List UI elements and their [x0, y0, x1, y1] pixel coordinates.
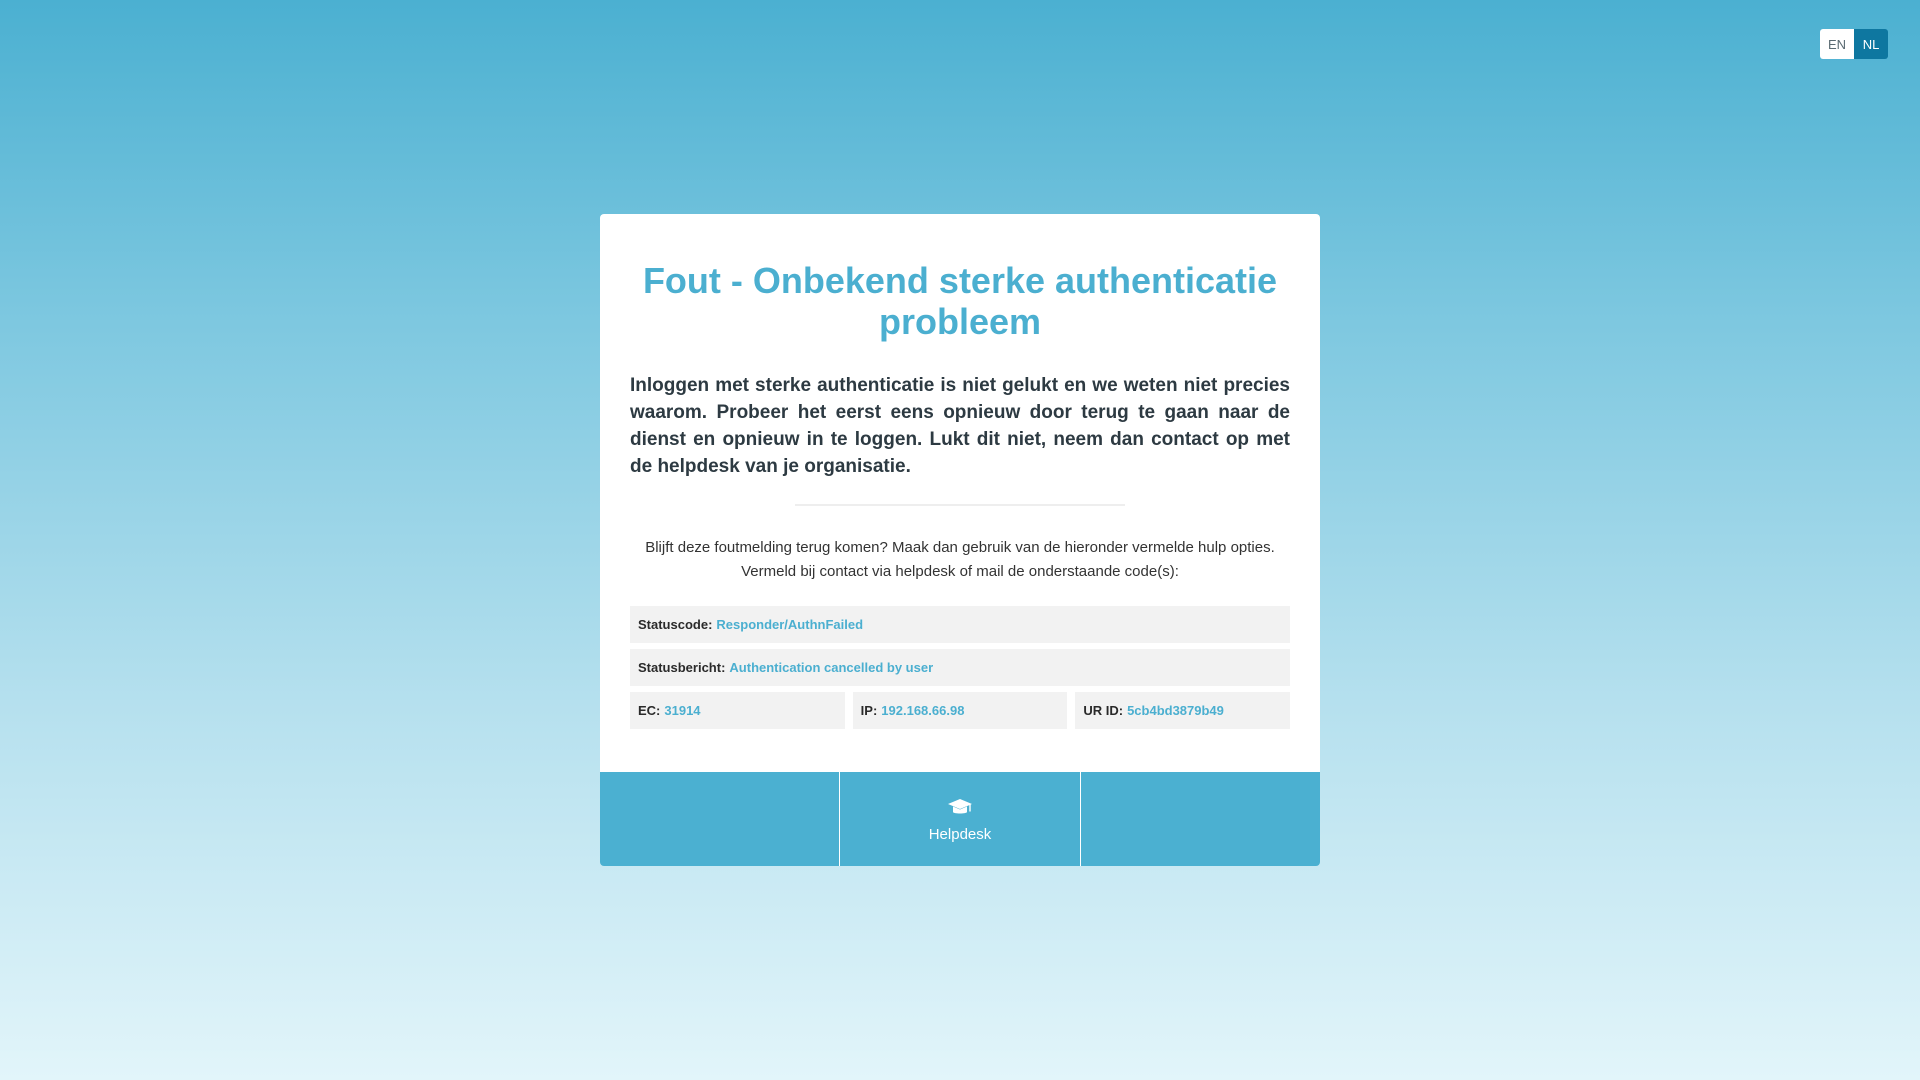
error-title: Fout - Onbekend sterke authenticatie pro… — [642, 260, 1278, 342]
helpdesk-button[interactable]: Helpdesk — [839, 772, 1081, 866]
ec-value: 31914 — [664, 703, 701, 718]
status-code-value: Responder/AuthnFailed — [716, 617, 864, 632]
ip-label: IP: — [860, 703, 878, 718]
help-text: Blijft deze foutmelding terug komen? Maa… — [630, 536, 1290, 584]
status-message-box: Statusbericht: Authentication cancelled … — [630, 649, 1290, 686]
urid-box: UR ID: 5cb4bd3879b49 — [1075, 692, 1291, 729]
language-en-button[interactable]: EN — [1820, 29, 1854, 59]
help-line-1: Blijft deze foutmelding terug komen? Maa… — [645, 539, 1275, 556]
footer-cell-right — [1081, 772, 1320, 866]
status-message-value: Authentication cancelled by user — [729, 660, 934, 675]
urid-label: UR ID: — [1083, 703, 1124, 718]
ec-box: EC: 31914 — [630, 692, 845, 729]
footer-cell-left — [600, 772, 839, 866]
urid-value: 5cb4bd3879b49 — [1127, 703, 1224, 718]
ec-label: EC: — [638, 703, 661, 718]
status-code-label: Statuscode: — [638, 617, 713, 632]
help-options-bar: Helpdesk — [600, 772, 1320, 866]
error-card: Fout - Onbekend sterke authenticatie pro… — [600, 214, 1320, 781]
help-line-2: Vermeld bij contact via helpdesk of mail… — [741, 563, 1179, 580]
status-code-box: Statuscode: Responder/AuthnFailed — [630, 606, 1290, 643]
language-switcher: EN NL — [1820, 29, 1888, 59]
helpdesk-label: Helpdesk — [928, 825, 992, 843]
divider — [795, 504, 1125, 506]
language-nl-button[interactable]: NL — [1854, 29, 1888, 59]
ip-box: IP: 192.168.66.98 — [852, 692, 1068, 729]
status-message-label: Statusbericht: — [638, 660, 726, 675]
ip-value: 192.168.66.98 — [881, 703, 965, 718]
error-description: Inloggen met sterke authenticatie is nie… — [630, 375, 1290, 477]
code-row: EC: 31914 IP: 192.168.66.98 UR ID: 5cb4b… — [630, 692, 1291, 729]
graduation-cap-icon — [947, 796, 973, 818]
